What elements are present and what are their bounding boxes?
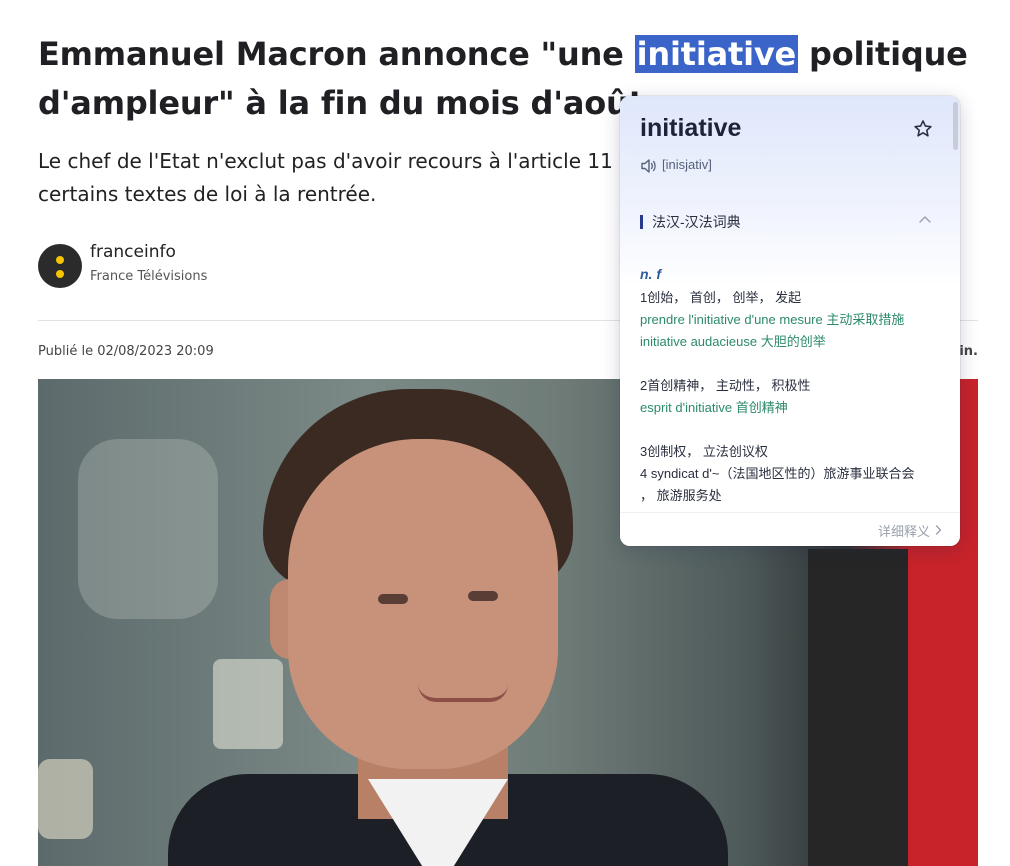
source-marker xyxy=(640,215,643,229)
part-of-speech: n. f xyxy=(640,266,661,282)
definition-line: ， 旅游服务处 xyxy=(640,488,722,503)
author-name[interactable]: franceinfo xyxy=(90,242,176,262)
photo-background-light xyxy=(213,659,283,749)
logo-dot-top xyxy=(56,256,64,264)
dictionary-source-name: 法汉-汉法词典 xyxy=(652,214,741,230)
example-line: initiative audacieuse 大胆的创举 xyxy=(640,334,826,349)
dictionary-word: initiative xyxy=(640,114,742,142)
example-line: esprit d'initiative 首创精神 xyxy=(640,400,788,415)
more-details-link[interactable]: 详细释义 xyxy=(878,521,930,540)
photo-background-light xyxy=(38,759,93,839)
author-organization: France Télévisions xyxy=(90,269,208,284)
chevron-right-icon[interactable] xyxy=(935,525,942,535)
headline-text-before: Emmanuel Macron annonce "une xyxy=(38,35,635,73)
definition-line: 1创始， 首创， 创举， 发起 xyxy=(640,290,802,305)
dictionary-popup: initiative [inisjativ] 法汉-汉法词典 n. f 1创始，… xyxy=(620,96,960,546)
definition-line: 4 syndicat d'~（法国地区性的）旅游事业联合会 xyxy=(640,466,915,481)
photo-eye xyxy=(378,594,408,604)
author-block[interactable]: franceinfo France Télévisions xyxy=(38,240,338,290)
headline-selected-word[interactable]: initiative xyxy=(634,35,799,73)
read-time: in. xyxy=(959,344,978,359)
photo-background-light xyxy=(78,439,218,619)
example-line: prendre l'initiative d'une mesure 主动采取措施 xyxy=(640,312,905,327)
photo-face xyxy=(288,439,558,769)
published-date: Publié le 02/08/2023 20:09 xyxy=(38,344,214,359)
logo-dot-bottom xyxy=(56,270,64,278)
photo-flag-dark xyxy=(808,549,908,866)
dictionary-footer: 详细释义 xyxy=(620,512,960,546)
definition-line: 3创制权， 立法创议权 xyxy=(640,444,768,459)
franceinfo-avatar[interactable] xyxy=(38,244,82,288)
photo-mouth xyxy=(418,684,508,702)
definition-line: 2首创精神， 主动性， 积极性 xyxy=(640,378,811,393)
star-icon[interactable] xyxy=(912,118,934,140)
chevron-up-icon[interactable] xyxy=(918,214,932,224)
pronunciation-ipa: [inisjativ] xyxy=(662,157,712,172)
dictionary-scrollbar[interactable] xyxy=(953,102,958,150)
speaker-icon[interactable] xyxy=(640,158,658,174)
dictionary-source[interactable]: 法汉-汉法词典 xyxy=(640,212,940,232)
photo-eye xyxy=(468,591,498,601)
